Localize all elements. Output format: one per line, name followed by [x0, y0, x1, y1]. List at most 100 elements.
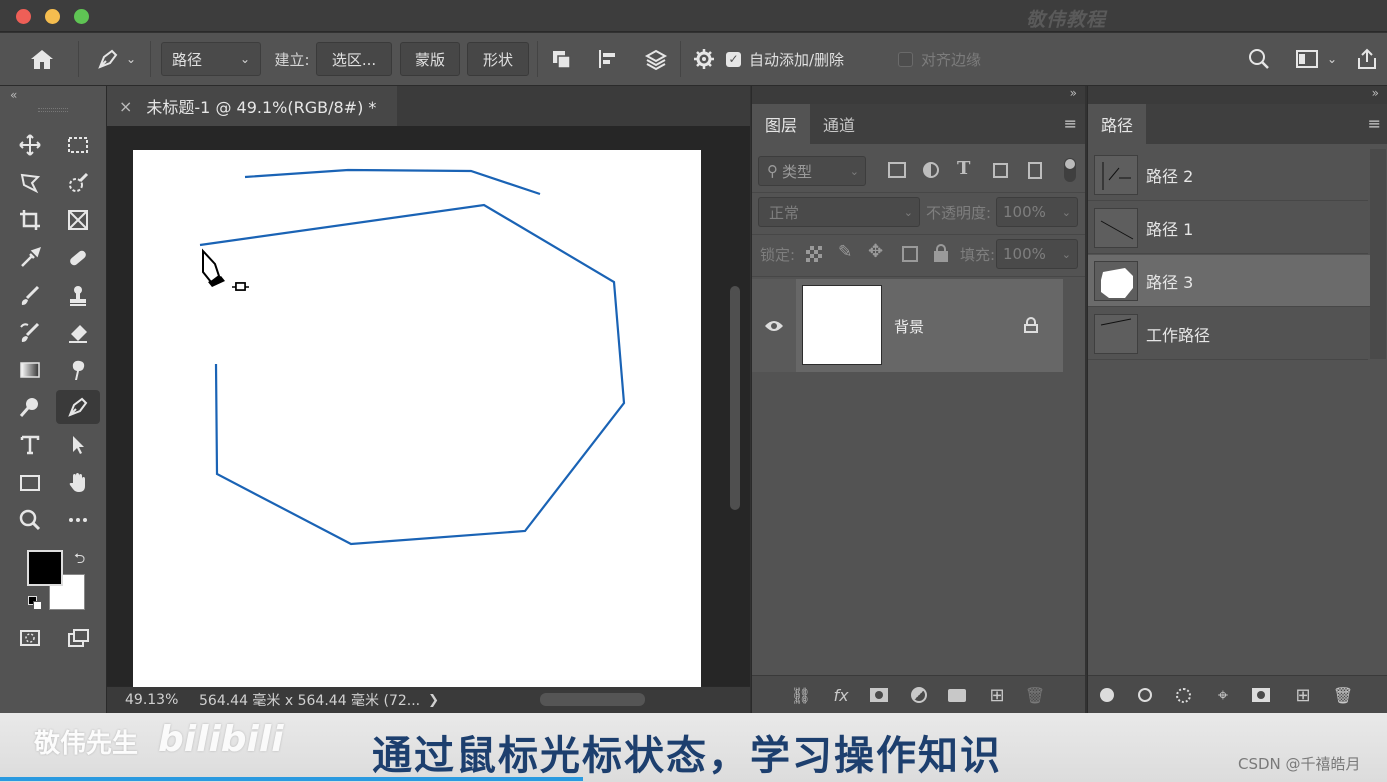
stroke-path-icon[interactable] — [1134, 684, 1156, 706]
close-window-button[interactable] — [16, 9, 31, 24]
load-path-as-selection-icon[interactable] — [1172, 684, 1194, 706]
tool-mode-select[interactable]: 路径 ⌄ — [161, 42, 261, 76]
quick-mask-button[interactable] — [12, 621, 48, 655]
blend-mode-select[interactable]: 正常 ⌄ — [758, 197, 920, 227]
pen-tool[interactable] — [56, 390, 100, 424]
align-edges-toggle[interactable]: 对齐边缘 — [898, 42, 998, 76]
make-shape-button[interactable]: 形状 — [467, 42, 529, 76]
layer-visibility-eye-icon[interactable] — [752, 279, 796, 372]
filter-toggle-switch[interactable] — [1064, 158, 1076, 182]
new-group-folder-icon[interactable] — [946, 684, 968, 706]
rectangle-tool[interactable] — [12, 466, 48, 500]
make-mask-button[interactable]: 蒙版 — [400, 42, 460, 76]
path-item[interactable]: 路径 1 — [1088, 202, 1368, 254]
frame-tool[interactable] — [60, 203, 96, 237]
gradient-tool[interactable] — [12, 353, 48, 387]
smudge-tool[interactable] — [60, 353, 96, 387]
brush-tool[interactable] — [12, 279, 48, 313]
opacity-input[interactable]: 100% ⌄ — [996, 197, 1078, 227]
swap-colors-icon[interactable]: ⮌ — [74, 548, 85, 572]
lock-position-icon[interactable]: ✥ — [868, 241, 883, 262]
filter-adjustment-icon[interactable] — [923, 162, 939, 178]
tab-layers[interactable]: 图层 — [752, 104, 810, 144]
path-operations-button[interactable] — [545, 42, 577, 76]
align-edges-checkbox[interactable] — [898, 51, 913, 67]
minimize-window-button[interactable] — [45, 9, 60, 24]
quick-selection-tool[interactable] — [60, 166, 96, 200]
fill-input[interactable]: 100% ⌄ — [996, 239, 1078, 269]
add-mask-icon[interactable] — [868, 684, 890, 706]
delete-layer-trash-icon[interactable]: 🗑 — [1024, 684, 1046, 706]
video-progress-bar[interactable] — [0, 777, 583, 781]
new-layer-icon[interactable]: ⊞ — [986, 684, 1008, 706]
healing-brush-tool[interactable] — [60, 241, 96, 275]
paths-panel-scrollbar[interactable] — [1370, 149, 1386, 359]
canvas[interactable] — [133, 150, 701, 690]
hand-tool[interactable] — [60, 466, 96, 500]
tab-channels[interactable]: 通道 — [810, 104, 868, 144]
lock-image-icon[interactable]: ✎ — [838, 242, 852, 262]
close-tab-icon[interactable]: × — [119, 97, 132, 116]
panel-menu-icon[interactable]: ≡ — [1064, 114, 1077, 133]
filter-smart-object-icon[interactable] — [1028, 162, 1042, 179]
fill-path-icon[interactable] — [1096, 684, 1118, 706]
path-item[interactable]: 路径 2 — [1088, 149, 1368, 201]
filter-pixel-icon[interactable] — [888, 162, 906, 178]
layer-filter-select[interactable]: ⚲ 类型 ⌄ — [758, 156, 866, 186]
adjustment-layer-icon[interactable] — [908, 684, 930, 706]
share-button[interactable] — [1352, 42, 1382, 76]
link-layers-icon[interactable]: ⛓ — [790, 684, 812, 706]
new-path-icon[interactable]: ⊞ — [1292, 684, 1314, 706]
settings-button[interactable] — [688, 42, 720, 76]
make-selection-button[interactable]: 选区... — [316, 42, 392, 76]
path-item-selected[interactable]: 路径 3 — [1088, 255, 1370, 307]
maximize-window-button[interactable] — [74, 9, 89, 24]
screen-mode-button[interactable] — [60, 621, 96, 655]
path-arrangement-button[interactable] — [640, 42, 672, 76]
document-tab[interactable]: × 未标题-1 @ 49.1%(RGB/8#) * — [107, 86, 397, 126]
type-tool[interactable] — [12, 428, 48, 462]
path-selection-tool[interactable] — [60, 428, 96, 462]
vertical-scrollbar[interactable] — [730, 286, 740, 510]
layer-row[interactable]: 背景 — [752, 279, 1063, 372]
layer-style-fx-icon[interactable]: fx — [830, 684, 852, 706]
path-alignment-button[interactable] — [592, 42, 624, 76]
auto-add-delete-checkbox[interactable]: ✓ — [726, 51, 741, 67]
eyedropper-tool[interactable] — [12, 241, 48, 275]
dodge-tool[interactable] — [12, 390, 48, 424]
layer-name[interactable]: 背景 — [894, 316, 924, 337]
search-button[interactable] — [1244, 42, 1274, 76]
workspace-switcher[interactable]: ⌄ — [1288, 42, 1344, 76]
filter-shape-icon[interactable] — [993, 163, 1008, 178]
tool-preset-picker[interactable]: ⌄ — [88, 42, 144, 76]
more-tools-button[interactable] — [60, 503, 96, 537]
panel-menu-icon[interactable]: ≡ — [1368, 114, 1381, 133]
delete-path-trash-icon[interactable]: 🗑 — [1332, 684, 1354, 706]
foreground-color-swatch[interactable] — [27, 550, 63, 586]
crop-tool[interactable] — [12, 203, 48, 237]
horizontal-scrollbar[interactable] — [540, 693, 645, 706]
make-work-path-icon[interactable]: ⌖ — [1212, 684, 1234, 706]
collapse-toolbar-icon[interactable]: « — [10, 88, 17, 102]
lock-artboard-icon[interactable] — [902, 246, 918, 262]
add-mask-icon[interactable] — [1250, 684, 1272, 706]
clone-stamp-tool[interactable] — [60, 279, 96, 313]
move-tool[interactable] — [12, 128, 48, 162]
auto-add-delete-toggle[interactable]: ✓ 自动添加/删除 — [726, 42, 856, 76]
expand-panels-icon[interactable]: » — [1070, 86, 1077, 100]
path-item[interactable]: 工作路径 — [1088, 308, 1368, 360]
marquee-tool[interactable] — [60, 128, 96, 162]
default-colors-icon[interactable] — [28, 596, 42, 610]
lock-transparent-icon[interactable] — [806, 246, 822, 262]
chevron-right-icon[interactable]: ❯ — [428, 693, 439, 708]
filter-type-icon[interactable]: T — [957, 158, 970, 179]
lock-all-icon[interactable] — [934, 244, 948, 262]
toolbar-grip[interactable] — [38, 108, 68, 112]
zoom-level[interactable]: 49.13% — [125, 692, 199, 708]
lasso-tool[interactable] — [12, 166, 48, 200]
home-button[interactable] — [22, 42, 62, 76]
eraser-tool[interactable] — [60, 316, 96, 350]
history-brush-tool[interactable] — [12, 316, 48, 350]
tab-paths[interactable]: 路径 — [1088, 104, 1146, 144]
expand-panels-icon[interactable]: » — [1372, 86, 1379, 100]
